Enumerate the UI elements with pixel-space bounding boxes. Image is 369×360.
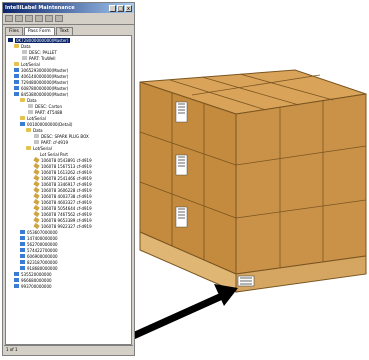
pointer-arrow-shaft <box>120 292 224 345</box>
carton-icon <box>14 68 19 72</box>
box-icon <box>20 236 25 240</box>
folder-icon <box>20 116 25 120</box>
carton-label <box>175 101 188 123</box>
leaf-icon <box>22 50 27 54</box>
box-icon <box>20 266 25 270</box>
close-button[interactable]: x <box>125 4 132 12</box>
toolbar-button[interactable] <box>25 15 33 22</box>
tree-item-master[interactable]: 993700000000 <box>14 283 52 289</box>
status-bar: 1 of 1 <box>4 345 133 354</box>
window-title: IntelliLabel Maintenance <box>5 5 75 11</box>
folder-icon <box>26 128 31 132</box>
folder-icon <box>26 146 31 150</box>
box-icon <box>20 254 25 258</box>
box-icon <box>20 230 25 234</box>
box-icon <box>20 260 25 264</box>
title-bar: IntelliLabel Maintenance _ □ x <box>3 3 134 13</box>
tab-strip: Files Pass Form Text <box>3 25 134 35</box>
maintenance-window: IntelliLabel Maintenance _ □ x Files Pas… <box>2 2 135 356</box>
carton-icon <box>14 284 19 288</box>
leaf-icon <box>34 140 39 144</box>
item-tree[interactable]: 0K728000000000(Master) Data DESC: PALLET… <box>5 35 132 345</box>
carton-icon <box>14 92 19 96</box>
minimize-button[interactable]: _ <box>109 4 116 12</box>
folder-icon <box>20 98 25 102</box>
toolbar <box>3 13 134 25</box>
pallet-icon <box>8 38 13 42</box>
toolbar-button[interactable] <box>45 15 53 22</box>
carton-icon <box>14 80 19 84</box>
carton-icon <box>14 278 19 282</box>
carton-icon <box>14 74 19 78</box>
carton-icon <box>14 86 19 90</box>
carton-labels <box>175 101 188 228</box>
carton-icon <box>14 272 19 276</box>
box-icon <box>20 248 25 252</box>
leaf-icon <box>34 134 39 138</box>
leaf-icon <box>28 104 33 108</box>
leaf-icon <box>28 110 33 114</box>
toolbar-button[interactable] <box>15 15 23 22</box>
box-icon <box>20 122 25 126</box>
toolbar-button[interactable] <box>55 15 63 22</box>
tab-text[interactable]: Text <box>55 27 73 35</box>
pallet-right-face <box>235 93 367 275</box>
folder-icon <box>14 44 19 48</box>
tab-pass-form[interactable]: Pass Form <box>23 27 55 35</box>
carton-label <box>175 154 188 176</box>
carton-label <box>175 206 188 228</box>
maximize-button[interactable]: □ <box>117 4 124 12</box>
box-icon <box>20 242 25 246</box>
folder-icon <box>14 62 19 66</box>
toolbar-button[interactable] <box>35 15 43 22</box>
toolbar-button[interactable] <box>5 15 13 22</box>
tab-files[interactable]: Files <box>5 27 23 35</box>
leaf-icon <box>22 56 27 60</box>
